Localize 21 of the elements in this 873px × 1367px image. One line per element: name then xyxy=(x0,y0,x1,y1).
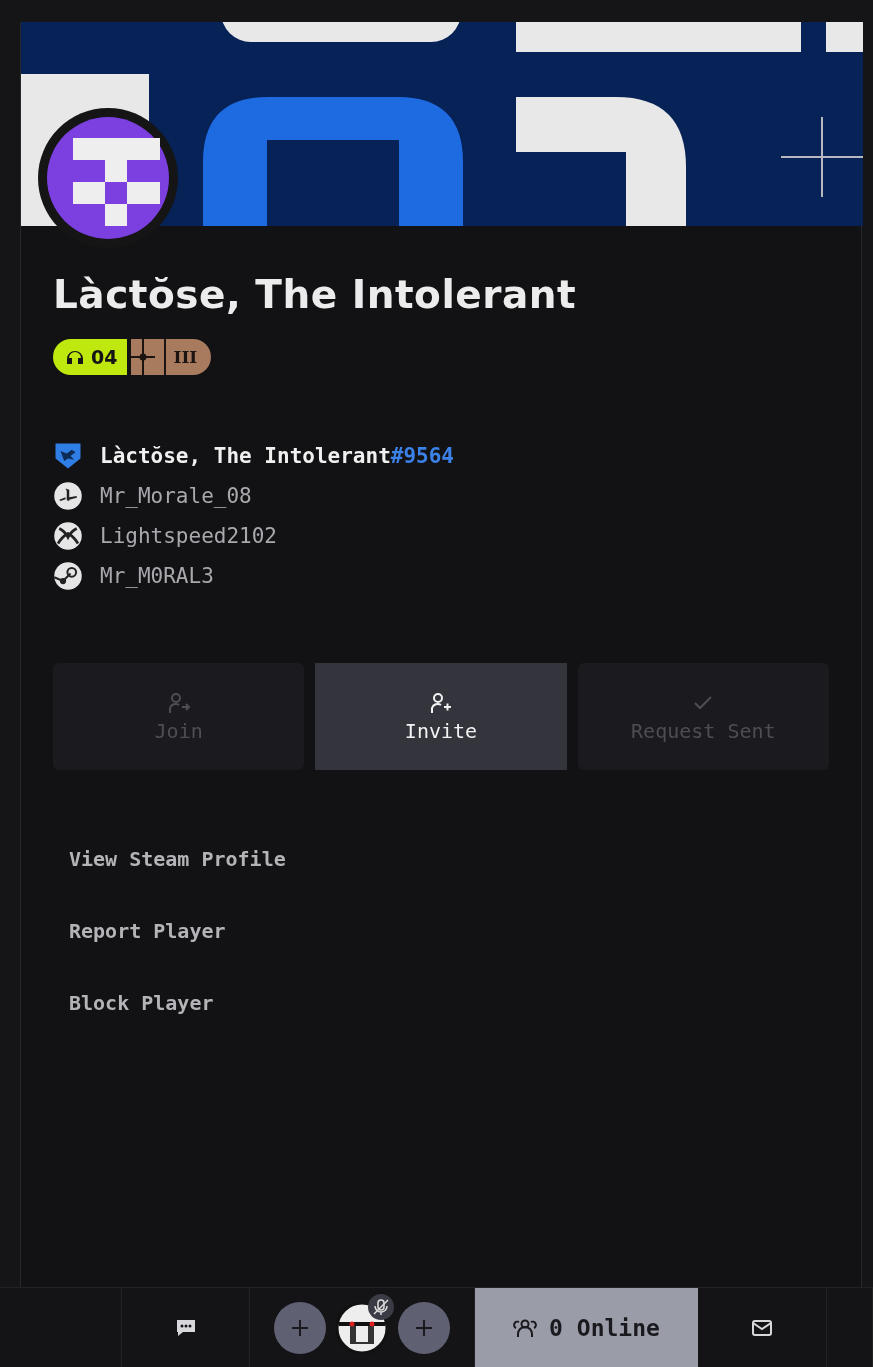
level-badge: 04 xyxy=(53,339,128,375)
steam-icon xyxy=(53,561,83,591)
rank-badge: III xyxy=(131,339,212,375)
plus-icon xyxy=(415,1319,433,1337)
menu-link[interactable]: Report Player xyxy=(69,918,226,944)
xbox-icon xyxy=(53,521,83,551)
menu-link[interactable]: View Steam Profile xyxy=(69,846,286,872)
plus-icon xyxy=(291,1319,309,1337)
player-name: Làctŏse, The Intolerant xyxy=(53,272,578,317)
shield-emblem-icon xyxy=(53,441,83,471)
account-name: Mr_M0RAL3 xyxy=(100,562,214,590)
account-name: Mr_Morale_08 xyxy=(100,482,252,510)
user-plus-icon xyxy=(429,690,453,715)
add-button[interactable] xyxy=(398,1302,450,1354)
add-button[interactable] xyxy=(274,1302,326,1354)
user-arrow-icon xyxy=(166,690,191,715)
invite-button[interactable]: Invite xyxy=(315,663,567,770)
account-name: Làctŏse, The Intolerant#9564 xyxy=(100,442,454,470)
menu-link[interactable]: Block Player xyxy=(69,990,214,1016)
online-friends-button[interactable]: 0 Online xyxy=(475,1288,698,1367)
account-name: Lightspeed2102 xyxy=(100,522,277,550)
